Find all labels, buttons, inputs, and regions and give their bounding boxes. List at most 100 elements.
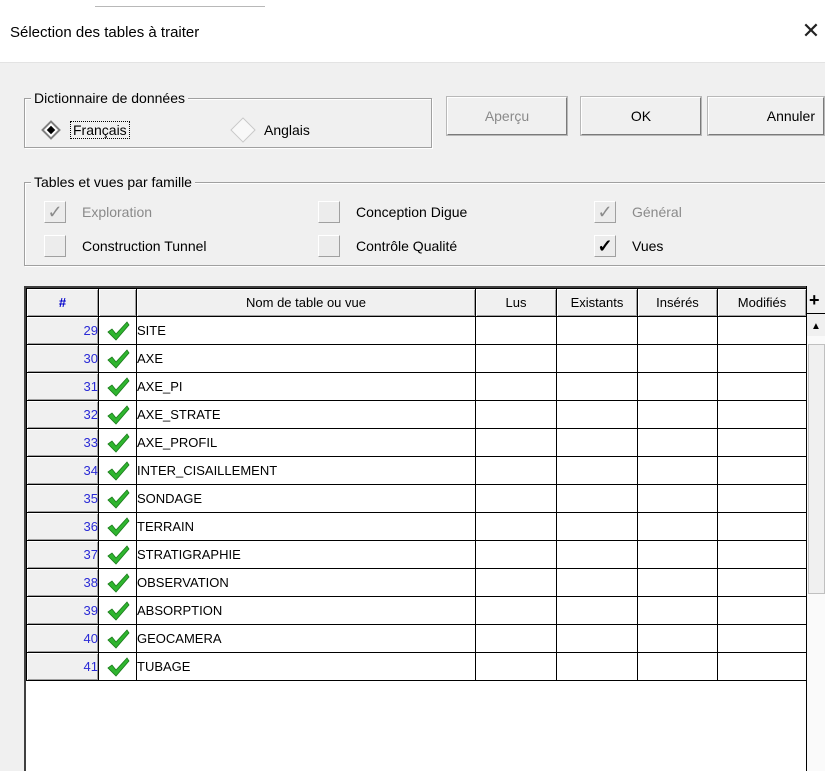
- cell-inseres[interactable]: [637, 484, 718, 513]
- cell-modifies[interactable]: [717, 624, 806, 653]
- cell-modifies[interactable]: [717, 596, 806, 625]
- cell-modifies[interactable]: [717, 372, 806, 401]
- cell-existants[interactable]: [556, 512, 638, 541]
- table-name-cell[interactable]: AXE: [136, 344, 476, 373]
- table-row[interactable]: 34 INTER_CISAILLEMENT: [26, 456, 806, 485]
- cell-existants[interactable]: [556, 596, 638, 625]
- cell-modifies[interactable]: [717, 456, 806, 485]
- row-number[interactable]: 39: [26, 596, 99, 625]
- row-number[interactable]: 40: [26, 624, 99, 653]
- table-name-cell[interactable]: STRATIGRAPHIE: [136, 540, 476, 569]
- row-number[interactable]: 31: [26, 372, 99, 401]
- table-row[interactable]: 33 AXE_PROFIL: [26, 428, 806, 457]
- radio-anglais[interactable]: Anglais: [230, 117, 310, 143]
- checkbox-vues[interactable]: ✓ Vues: [594, 234, 663, 258]
- cell-inseres[interactable]: [637, 596, 718, 625]
- cell-inseres[interactable]: [637, 344, 718, 373]
- checkbox-construction-tunnel[interactable]: Construction Tunnel: [44, 234, 207, 258]
- cell-lus[interactable]: [475, 456, 557, 485]
- table-name-cell[interactable]: AXE_PI: [136, 372, 476, 401]
- row-status-cell[interactable]: [98, 568, 137, 597]
- row-status-cell[interactable]: [98, 484, 137, 513]
- cell-modifies[interactable]: [717, 484, 806, 513]
- row-number[interactable]: 35: [26, 484, 99, 513]
- cell-inseres[interactable]: [637, 400, 718, 429]
- cell-modifies[interactable]: [717, 316, 806, 345]
- row-status-cell[interactable]: [98, 400, 137, 429]
- checkbox-controle-qualite[interactable]: Contrôle Qualité: [318, 234, 457, 258]
- expand-plus-icon[interactable]: +: [807, 288, 825, 314]
- table-name-cell[interactable]: SONDAGE: [136, 484, 476, 513]
- table-row[interactable]: 31 AXE_PI: [26, 372, 806, 401]
- row-status-cell[interactable]: [98, 512, 137, 541]
- cell-existants[interactable]: [556, 568, 638, 597]
- cell-existants[interactable]: [556, 456, 638, 485]
- close-icon[interactable]: ✕: [796, 14, 825, 48]
- column-header-number[interactable]: #: [26, 288, 99, 317]
- table-row[interactable]: 37 STRATIGRAPHIE: [26, 540, 806, 569]
- cell-inseres[interactable]: [637, 316, 718, 345]
- row-number[interactable]: 33: [26, 428, 99, 457]
- cell-existants[interactable]: [556, 428, 638, 457]
- cell-lus[interactable]: [475, 624, 557, 653]
- row-number[interactable]: 41: [26, 652, 99, 681]
- row-status-cell[interactable]: [98, 428, 137, 457]
- grid-vertical-scrollbar[interactable]: + ▲: [806, 286, 825, 771]
- table-row[interactable]: 35 SONDAGE: [26, 484, 806, 513]
- column-header-existants[interactable]: Existants: [556, 288, 638, 317]
- cell-lus[interactable]: [475, 484, 557, 513]
- table-name-cell[interactable]: SITE: [136, 316, 476, 345]
- cell-inseres[interactable]: [637, 540, 718, 569]
- table-name-cell[interactable]: ABSORPTION: [136, 596, 476, 625]
- cell-existants[interactable]: [556, 484, 638, 513]
- annuler-button[interactable]: Annuler: [707, 96, 825, 136]
- cell-lus[interactable]: [475, 652, 557, 681]
- row-number[interactable]: 36: [26, 512, 99, 541]
- table-row[interactable]: 36 TERRAIN: [26, 512, 806, 541]
- row-number[interactable]: 34: [26, 456, 99, 485]
- column-header-lus[interactable]: Lus: [475, 288, 557, 317]
- cell-modifies[interactable]: [717, 568, 806, 597]
- cell-lus[interactable]: [475, 316, 557, 345]
- cell-existants[interactable]: [556, 624, 638, 653]
- table-name-cell[interactable]: GEOCAMERA: [136, 624, 476, 653]
- cell-modifies[interactable]: [717, 428, 806, 457]
- row-status-cell[interactable]: [98, 540, 137, 569]
- cell-inseres[interactable]: [637, 624, 718, 653]
- column-header-modifies[interactable]: Modifiés: [717, 288, 806, 317]
- cell-existants[interactable]: [556, 372, 638, 401]
- cell-modifies[interactable]: [717, 652, 806, 681]
- row-number[interactable]: 37: [26, 540, 99, 569]
- row-status-cell[interactable]: [98, 344, 137, 373]
- table-row[interactable]: 40 GEOCAMERA: [26, 624, 806, 653]
- cell-lus[interactable]: [475, 568, 557, 597]
- checkbox-general[interactable]: ✓ Général: [594, 200, 682, 224]
- row-number[interactable]: 38: [26, 568, 99, 597]
- cell-lus[interactable]: [475, 344, 557, 373]
- table-name-cell[interactable]: AXE_STRATE: [136, 400, 476, 429]
- cell-inseres[interactable]: [637, 568, 718, 597]
- row-status-cell[interactable]: [98, 316, 137, 345]
- cell-inseres[interactable]: [637, 372, 718, 401]
- row-status-cell[interactable]: [98, 596, 137, 625]
- apercu-button[interactable]: Aperçu: [446, 96, 568, 136]
- radio-francais[interactable]: Français: [41, 118, 130, 142]
- row-number[interactable]: 30: [26, 344, 99, 373]
- cell-modifies[interactable]: [717, 512, 806, 541]
- cell-inseres[interactable]: [637, 512, 718, 541]
- table-row[interactable]: 32 AXE_STRATE: [26, 400, 806, 429]
- column-header-status[interactable]: [98, 288, 137, 317]
- column-header-inseres[interactable]: Insérés: [637, 288, 718, 317]
- cell-inseres[interactable]: [637, 652, 718, 681]
- cell-existants[interactable]: [556, 316, 638, 345]
- table-row[interactable]: 29 SITE: [26, 316, 806, 345]
- table-row[interactable]: 41 TUBAGE: [26, 652, 806, 681]
- cell-existants[interactable]: [556, 540, 638, 569]
- row-status-cell[interactable]: [98, 372, 137, 401]
- cell-lus[interactable]: [475, 596, 557, 625]
- checkbox-conception-digue[interactable]: Conception Digue: [318, 200, 467, 224]
- cell-lus[interactable]: [475, 512, 557, 541]
- cell-lus[interactable]: [475, 400, 557, 429]
- cell-lus[interactable]: [475, 540, 557, 569]
- cell-inseres[interactable]: [637, 428, 718, 457]
